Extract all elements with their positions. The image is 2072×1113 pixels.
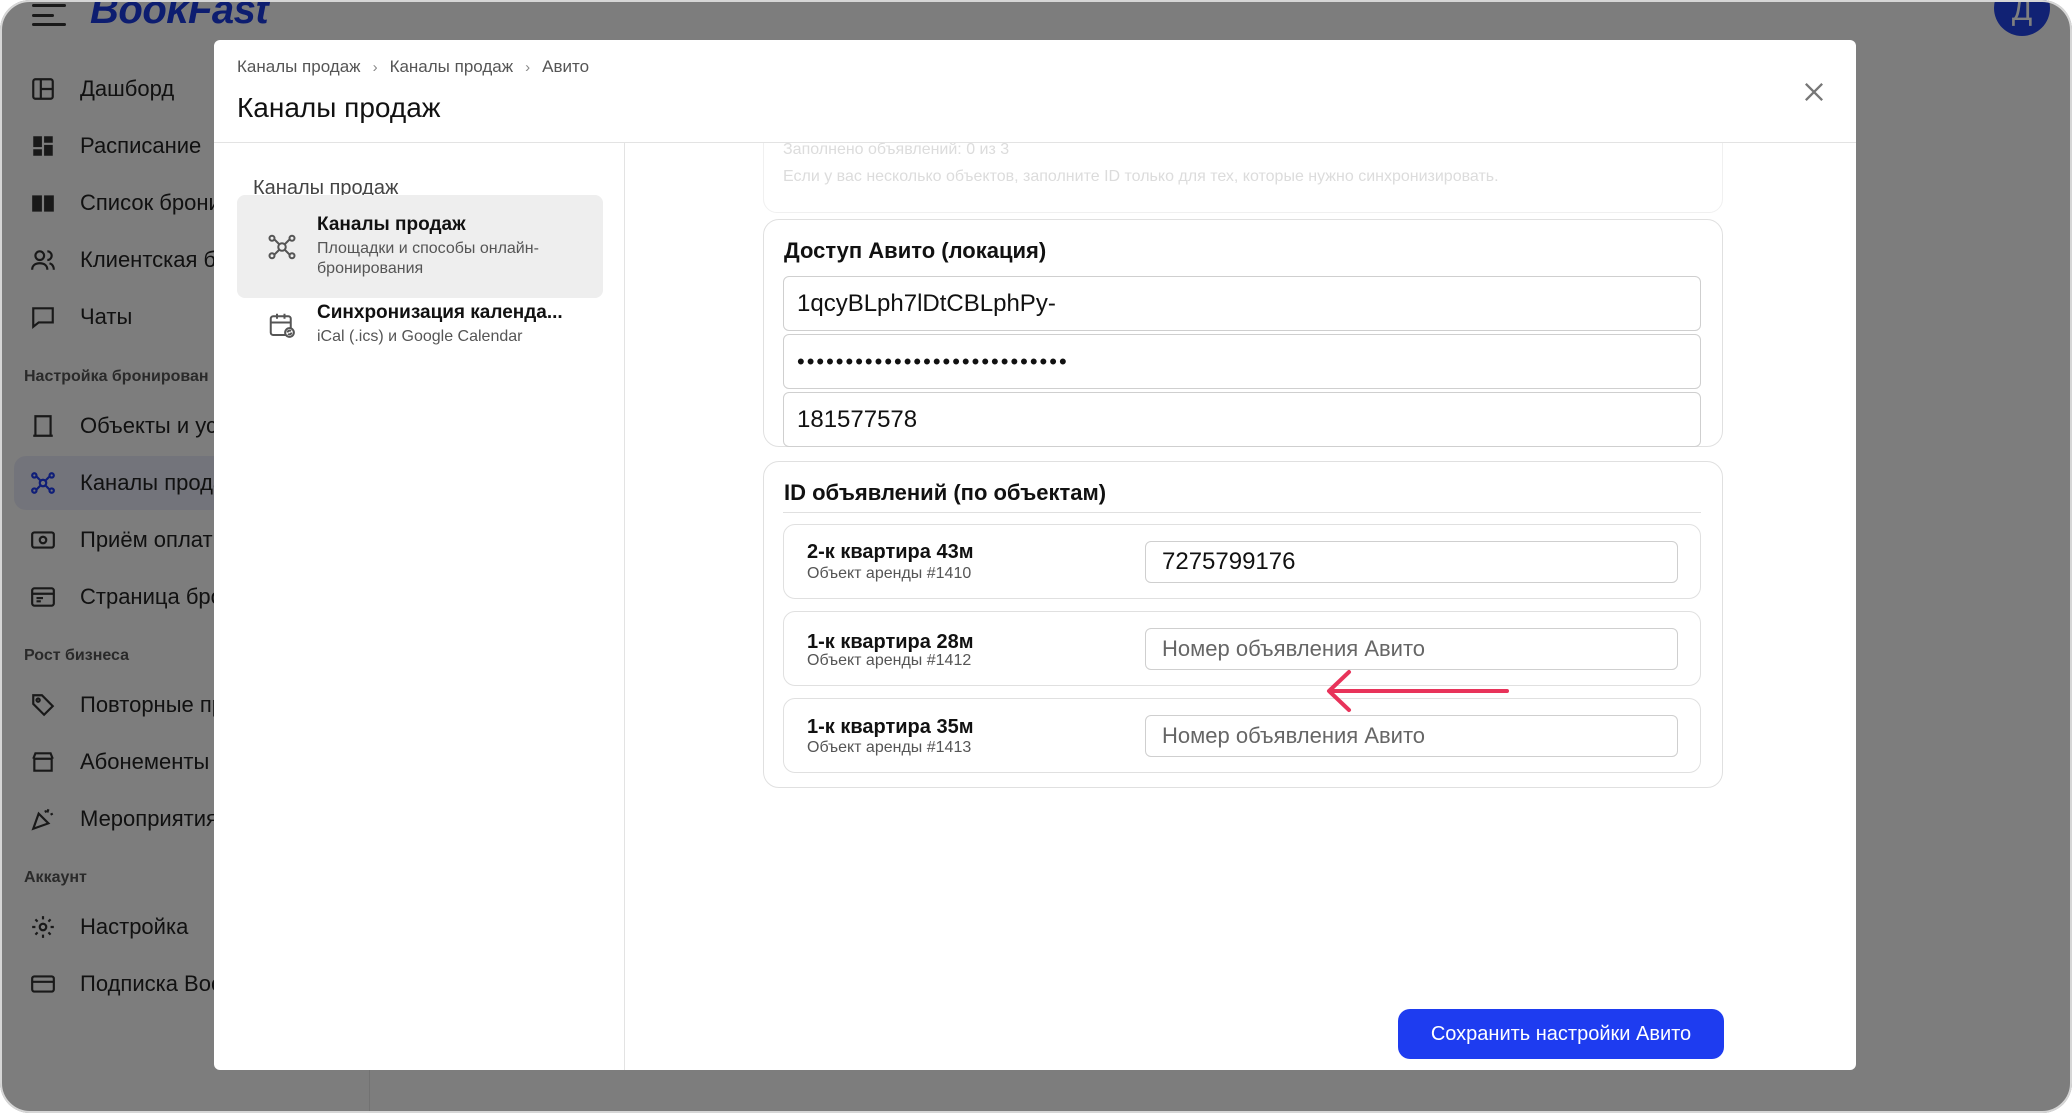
modal-content: Заполнено объявлений: 0 из 3 Если у вас … — [626, 143, 1856, 1070]
breadcrumb: Каналы продаж › Каналы продаж › Авито — [237, 57, 589, 77]
object-id-label: Объект аренды #1412 — [807, 652, 972, 669]
object-id-label: Объект аренды #1410 — [807, 565, 972, 582]
listing-ids-card: ID объявлений (по объектам) 2-к квартира… — [763, 461, 1723, 788]
object-row: 1-к квартира 28м Объект аренды #1412 Ном… — [783, 611, 1701, 686]
user-id-field[interactable]: 181577578 — [783, 392, 1701, 447]
object-id-label: Объект аренды #1413 — [807, 739, 972, 756]
card-title: Доступ Авито (локация) — [784, 238, 1047, 263]
avito-access-card: Доступ Авито (локация) 1qcyBLph7lDtCBLph… — [763, 219, 1723, 447]
filled-count-text: Заполнено объявлений: 0 из 3 — [783, 143, 1010, 158]
modal-header: Каналы продаж › Каналы продаж › Авито Ка… — [214, 40, 1856, 143]
sales-channels-modal: Каналы продаж › Каналы продаж › Авито Ка… — [214, 40, 1856, 1070]
object-name: 1-к квартира 28м — [807, 631, 974, 653]
side-item-calendar-sync[interactable]: Синхронизация календа... iCal (.ics) и G… — [237, 273, 603, 376]
object-row: 2-к квартира 43м Объект аренды #1410 727… — [783, 524, 1701, 599]
chevron-right-icon: › — [525, 58, 531, 76]
divider — [783, 512, 1701, 513]
listing-id-input[interactable]: 7275799176 — [1145, 541, 1678, 583]
hint-text: Если у вас несколько объектов, заполните… — [783, 168, 1499, 185]
card-title: ID объявлений (по объектам) — [784, 480, 1107, 505]
save-avito-settings-button[interactable]: Сохранить настройки Авито — [1398, 1009, 1724, 1059]
annotation-arrow-icon — [1327, 670, 1509, 712]
side-item-title: Синхронизация календа... — [317, 302, 563, 323]
client-secret-field[interactable]: •••••••••••••••••••••••••••• — [783, 334, 1701, 389]
side-item-subtitle: iCal (.ics) и Google Calendar — [317, 328, 523, 345]
breadcrumb-item[interactable]: Каналы продаж — [390, 57, 514, 77]
object-name: 1-к квартира 35м — [807, 716, 974, 738]
chevron-right-icon: › — [372, 58, 378, 76]
modal-side-nav: Каналы продаж Каналы продаж Площадки и с… — [214, 143, 625, 1070]
object-name: 2-к квартира 43м — [807, 541, 974, 563]
object-row: 1-к квартира 35м Объект аренды #1413 Ном… — [783, 698, 1701, 773]
close-icon[interactable] — [1800, 78, 1828, 106]
calendar-sync-icon — [267, 310, 297, 340]
modal-title: Каналы продаж — [237, 92, 441, 123]
side-item-title: Каналы продаж — [317, 214, 466, 235]
client-id-field[interactable]: 1qcyBLph7lDtCBLphPy- — [783, 276, 1701, 331]
breadcrumb-item-current: Авито — [542, 57, 590, 76]
listing-id-input[interactable]: Номер объявления Авито — [1145, 715, 1678, 757]
network-icon — [267, 232, 297, 262]
breadcrumb-item[interactable]: Каналы продаж — [237, 57, 361, 77]
listing-id-input[interactable]: Номер объявления Авито — [1145, 628, 1678, 670]
